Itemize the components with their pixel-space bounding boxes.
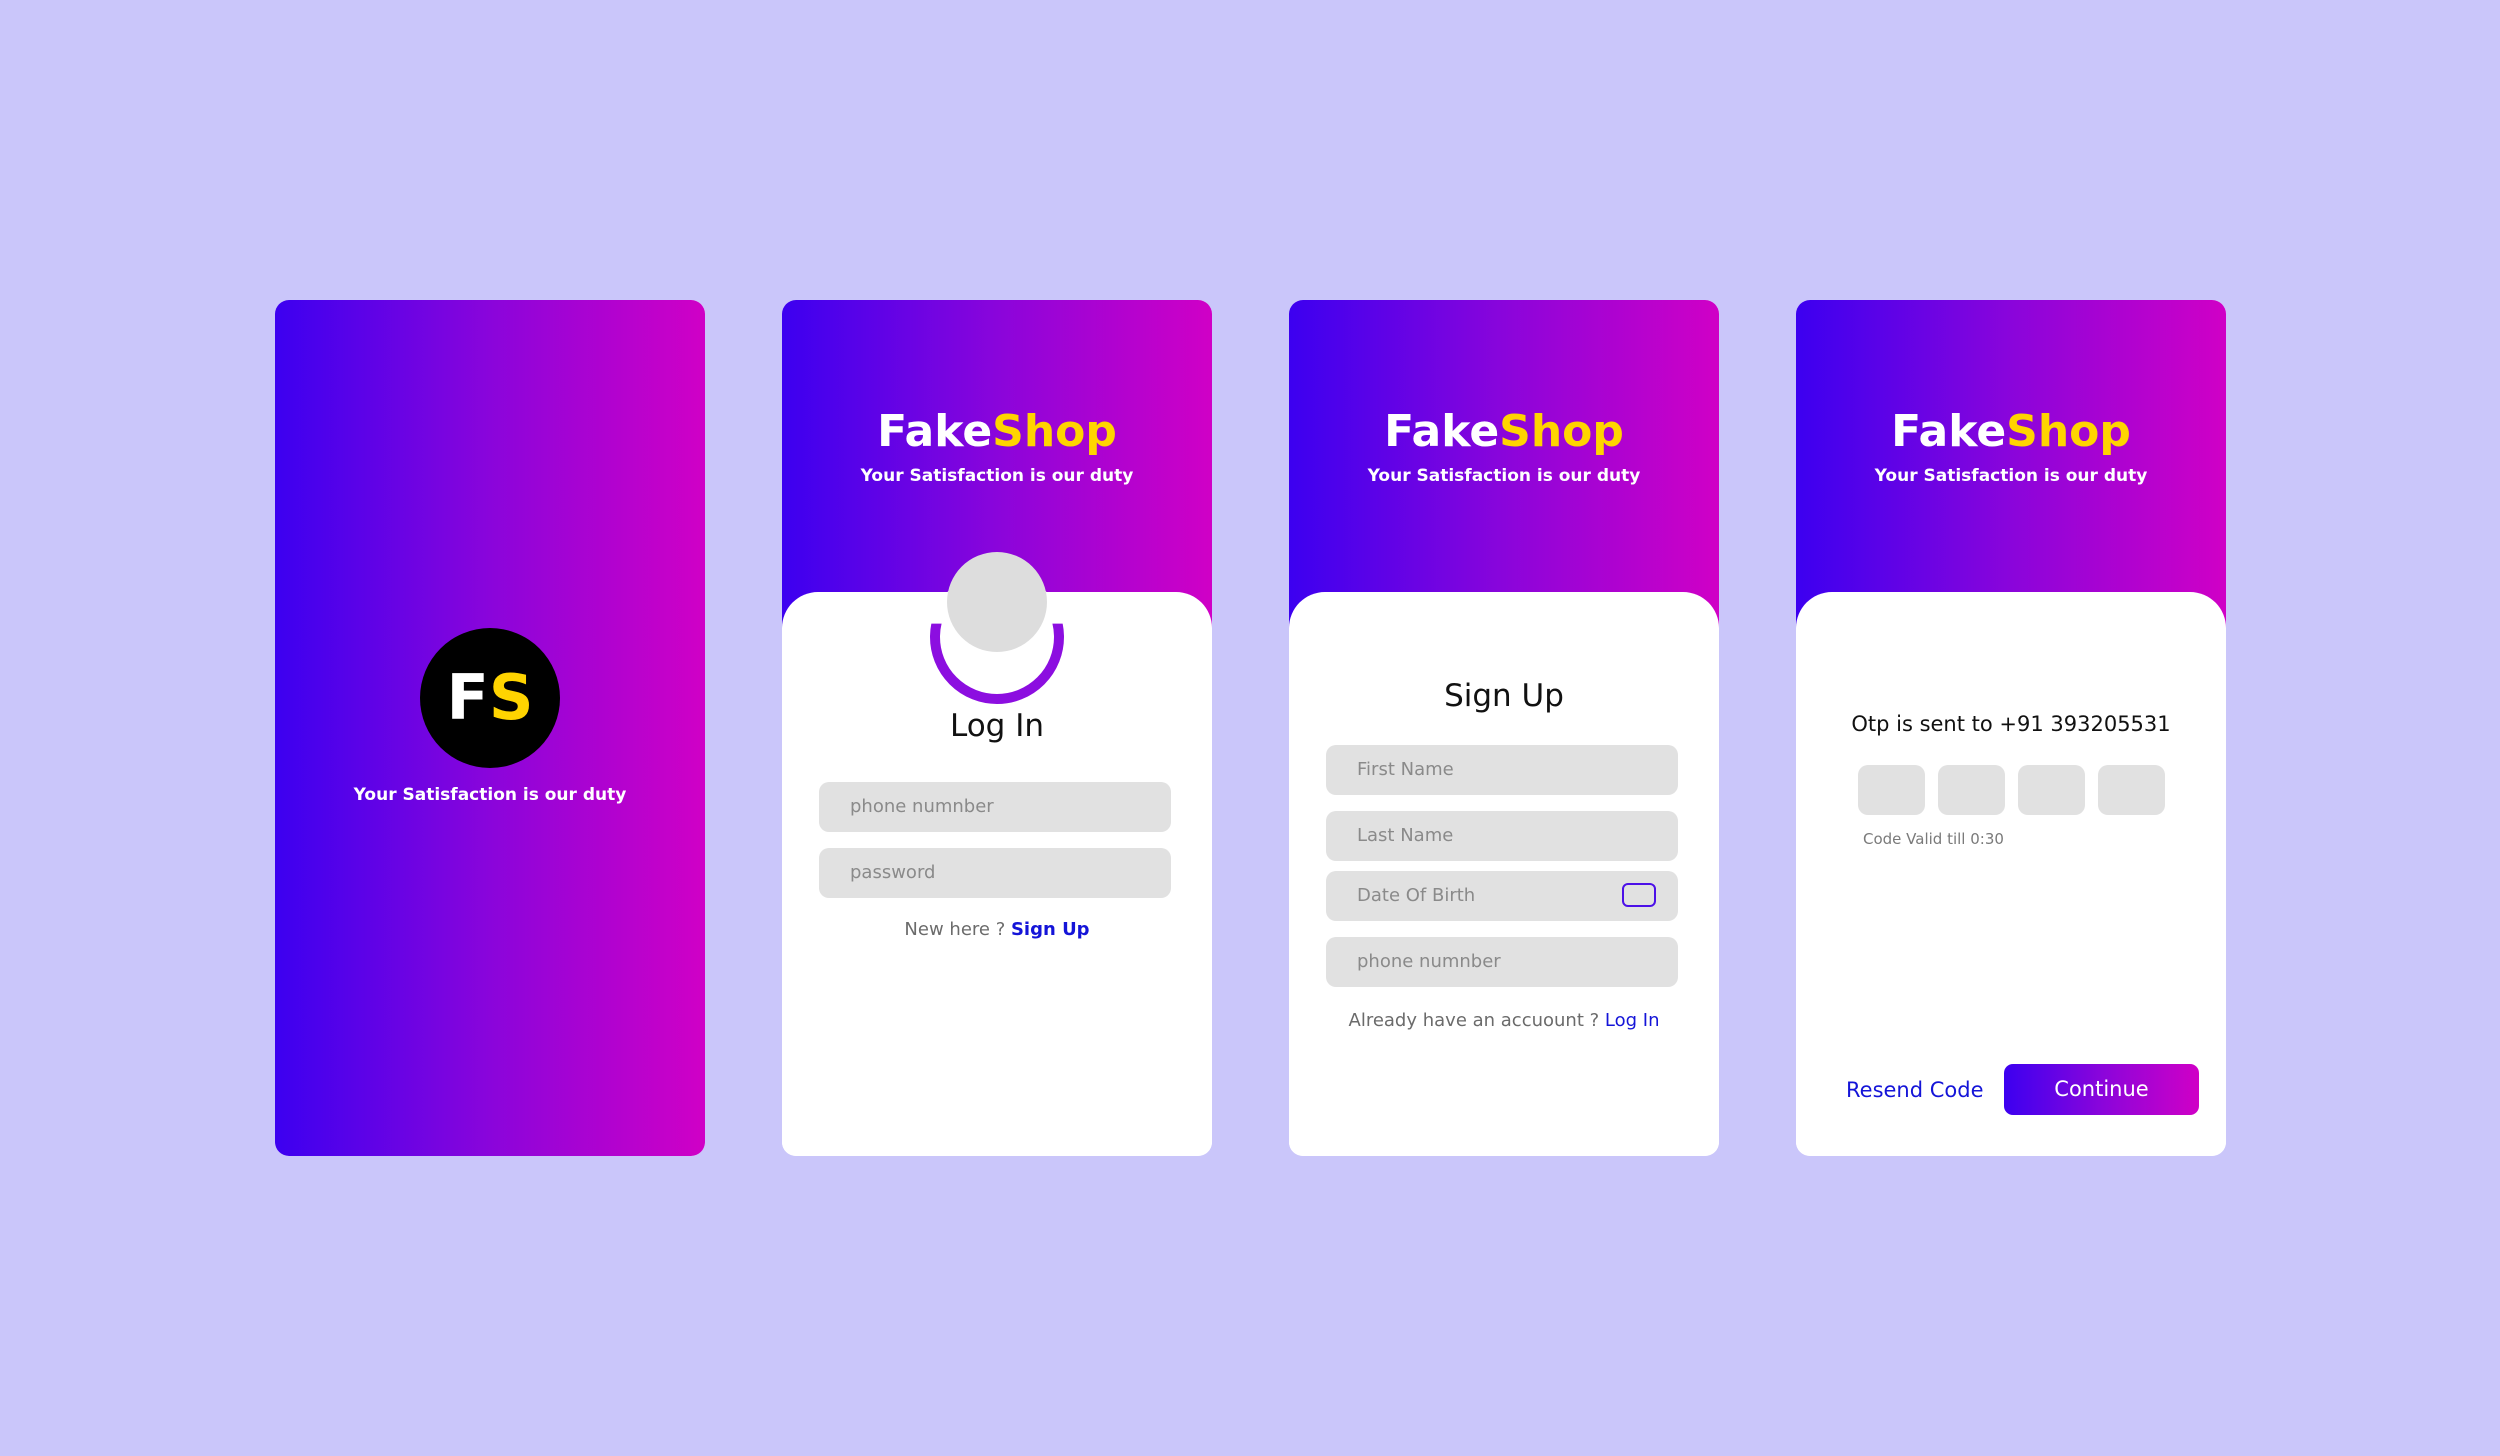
password-input[interactable]: password (819, 848, 1171, 898)
otp-digit-3[interactable] (2018, 765, 2085, 815)
continue-button[interactable]: Continue (2004, 1064, 2199, 1115)
code-valid-text: Code Valid till 0:30 (1863, 830, 2004, 848)
otp-digit-1[interactable] (1858, 765, 1925, 815)
signup-header: FakeShop Your Satisfaction is our duty (1289, 300, 1719, 630)
phone-input[interactable]: phone numnber (819, 782, 1171, 832)
otp-header: FakeShop Your Satisfaction is our duty (1796, 300, 2226, 630)
dob-input[interactable]: Date Of Birth (1326, 871, 1678, 921)
otp-screen: FakeShop Your Satisfaction is our duty O… (1796, 300, 2226, 1156)
brand-tagline: Your Satisfaction is our duty (860, 466, 1134, 486)
brand-logo: FS (420, 628, 560, 768)
brand-fake: Fake (1891, 406, 2007, 457)
brand-tagline: Your Satisfaction is our duty (1874, 466, 2148, 486)
login-screen: FakeShop Your Satisfaction is our duty L… (782, 300, 1212, 1156)
brand-title: FakeShop (782, 410, 1212, 454)
splash-screen: FS Your Satisfaction is our duty (275, 300, 705, 1156)
splash-tagline: Your Satisfaction is our duty (353, 785, 627, 805)
brand-title: FakeShop (1289, 410, 1719, 454)
brand-shop: Shop (2006, 406, 2131, 457)
resend-code-button[interactable]: Resend Code (1846, 1078, 1984, 1102)
otp-digit-2[interactable] (1938, 765, 2005, 815)
login-link[interactable]: Log In (1605, 1010, 1660, 1031)
brand-title: FakeShop (1796, 410, 2226, 454)
first-name-input[interactable]: First Name (1326, 745, 1678, 795)
brand-fake: Fake (877, 406, 993, 457)
brand-tagline: Your Satisfaction is our duty (1367, 466, 1641, 486)
signup-prompt-text: New here ? (904, 919, 1011, 940)
otp-message: Otp is sent to +91 393205531 (1851, 712, 2171, 736)
signup-title: Sign Up (1444, 678, 1564, 714)
login-title: Log In (949, 708, 1044, 744)
brand-shop: Shop (1499, 406, 1624, 457)
signup-screen: FakeShop Your Satisfaction is our duty S… (1289, 300, 1719, 1156)
avatar[interactable] (947, 552, 1047, 652)
phone-input[interactable]: phone numnber (1326, 937, 1678, 987)
last-name-input[interactable]: Last Name (1326, 811, 1678, 861)
logo-letter-f: F (446, 661, 489, 734)
brand-shop: Shop (992, 406, 1117, 457)
brand-fake: Fake (1384, 406, 1500, 457)
login-prompt-text: Already have an accuount ? (1348, 1010, 1605, 1031)
signup-prompt: New here ? Sign Up (782, 919, 1212, 940)
calendar-icon[interactable] (1622, 883, 1656, 907)
login-prompt: Already have an accuount ? Log In (1289, 1010, 1719, 1031)
signup-link[interactable]: Sign Up (1011, 919, 1090, 940)
otp-digit-4[interactable] (2098, 765, 2165, 815)
dob-placeholder: Date Of Birth (1357, 885, 1476, 906)
logo-letter-s: S (488, 661, 534, 734)
